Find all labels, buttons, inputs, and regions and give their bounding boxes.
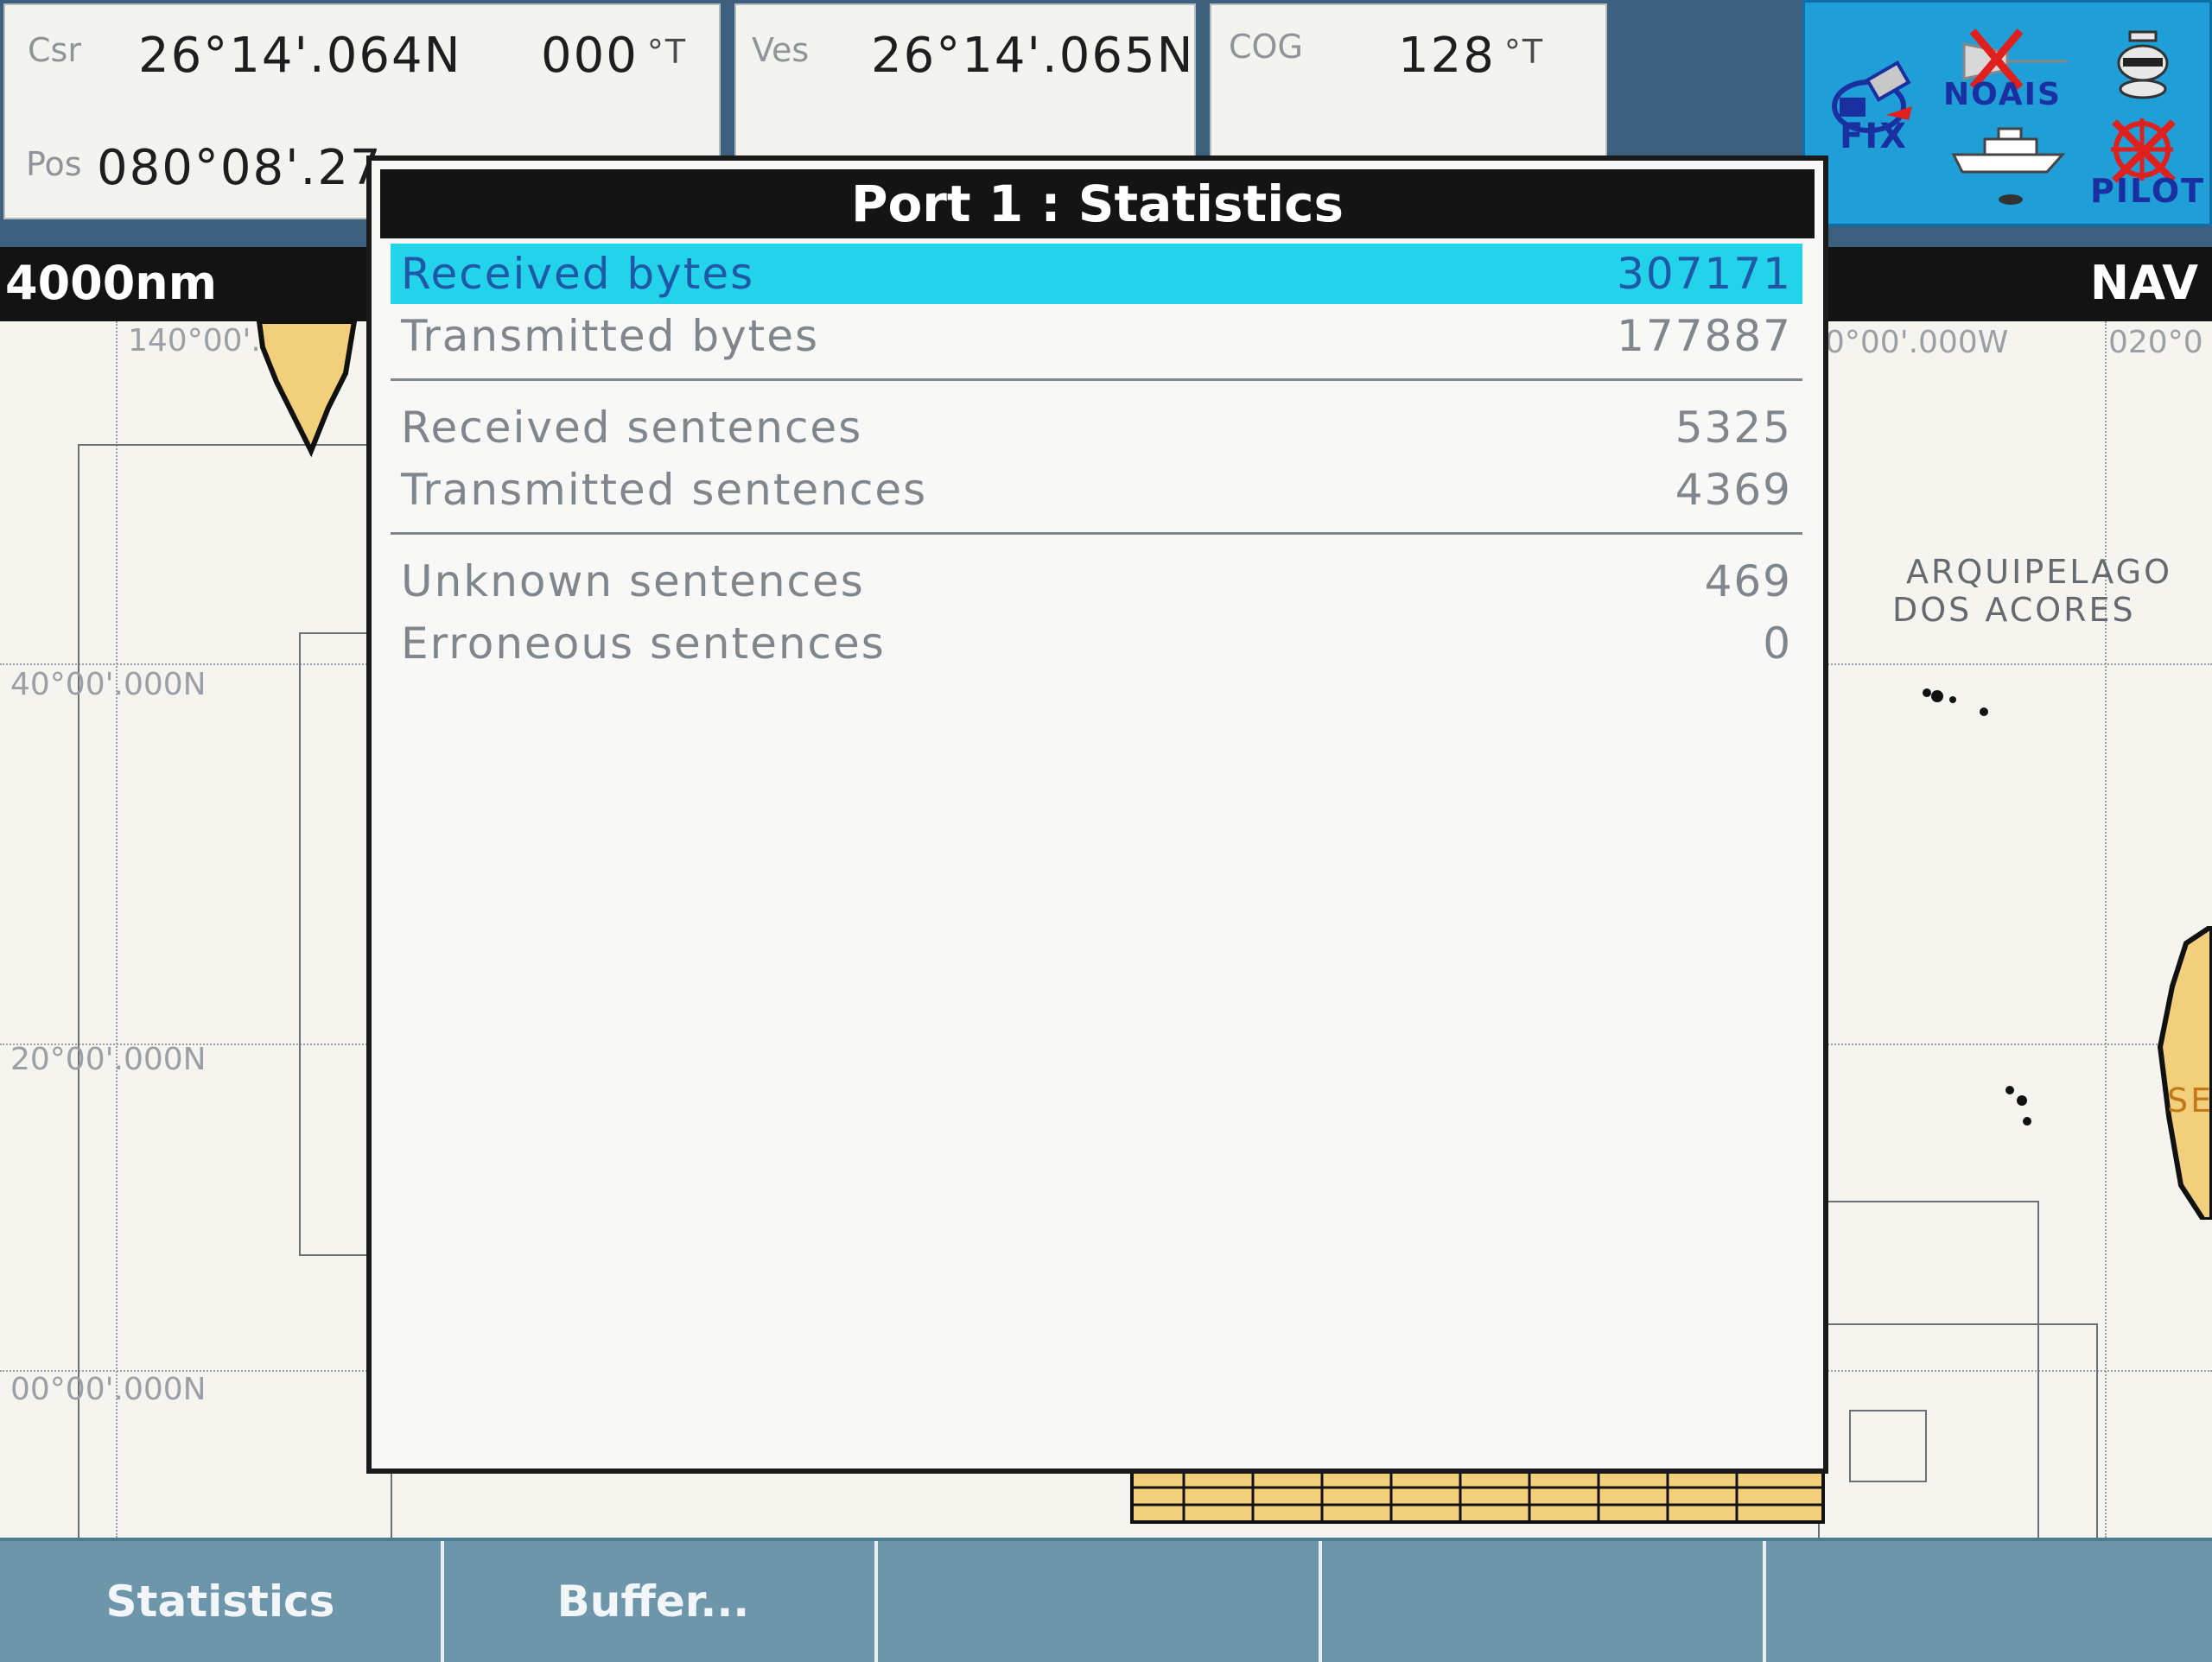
- noais-button[interactable]: NOAIS: [1943, 3, 2082, 224]
- csr-bearing-unit: °T: [646, 33, 688, 71]
- buoy-icon: [2117, 30, 2169, 99]
- stat-label: Transmitted bytes: [401, 311, 820, 361]
- lon-label-0: 0°00'.000W: [1825, 325, 2009, 360]
- softkey-4[interactable]: [1322, 1541, 1766, 1662]
- stat-value: 5325: [1675, 403, 1792, 453]
- csr-bearing: 000 °T: [541, 28, 688, 84]
- place-label-se: SE: [2167, 1082, 2212, 1120]
- place-label-azores-2: DOS ACORES: [1892, 591, 2136, 629]
- cog-unit: °T: [1503, 33, 1545, 71]
- azores-islands: [1923, 688, 1988, 716]
- stat-label: Transmitted sentences: [401, 465, 928, 515]
- stat-label: Received bytes: [401, 249, 755, 299]
- stat-value: 469: [1704, 556, 1792, 606]
- cog-value: 128 °T: [1398, 28, 1545, 84]
- cog-label: COG: [1229, 28, 1303, 66]
- land-south-coast: [1130, 1470, 1825, 1524]
- land-africa: [2157, 926, 2212, 1220]
- lon-label-20: 020°0: [2108, 325, 2203, 360]
- softkey-3[interactable]: [878, 1541, 1322, 1662]
- stat-value: 0: [1763, 618, 1792, 669]
- stat-row-received-bytes[interactable]: Received bytes 307171: [391, 244, 1802, 304]
- grid-line-lon-20: [2105, 321, 2107, 1538]
- pos-label: Pos: [26, 145, 82, 183]
- lat-label-40: 40°00'.000N: [10, 667, 207, 702]
- lat-label-20: 20°00'.000N: [10, 1042, 207, 1077]
- stat-row-unknown-sentences[interactable]: Unknown sentences 469: [391, 551, 1802, 612]
- softkey-statistics[interactable]: Statistics: [0, 1541, 444, 1662]
- softkey-bar: Statistics Buffer...: [0, 1538, 2212, 1662]
- stat-value: 4369: [1675, 465, 1792, 515]
- row-divider: [391, 532, 1802, 535]
- dialog-title: Port 1 : Statistics: [380, 169, 1815, 238]
- stat-label: Received sentences: [401, 403, 863, 453]
- place-label-azores-1: ARQUIPELAGO: [1906, 553, 2172, 591]
- chart-scale[interactable]: 4000nm: [5, 256, 217, 310]
- small-fish-icon: [1999, 194, 2023, 205]
- pos-longitude: 080°08'.27: [97, 140, 383, 196]
- csr-latitude: 26°14'.064N: [138, 28, 462, 84]
- statistics-dialog: Port 1 : Statistics Received bytes 30717…: [366, 155, 1828, 1474]
- row-divider: [391, 378, 1802, 381]
- stat-row-received-sentences[interactable]: Received sentences 5325: [391, 397, 1802, 458]
- stat-value: 177887: [1617, 311, 1792, 361]
- lat-label-0: 00°00'.000N: [10, 1372, 207, 1407]
- coverage-cell: [1849, 1410, 1927, 1482]
- fix-label: FIX: [1840, 117, 1909, 156]
- vessel-icon: [1951, 127, 2066, 174]
- noais-label: NOAIS: [1943, 77, 2062, 112]
- softkey-5[interactable]: [1766, 1541, 2210, 1662]
- csr-label: Csr: [28, 31, 81, 69]
- softkey-buffer[interactable]: Buffer...: [432, 1541, 878, 1662]
- pilot-label: PILOT: [2090, 172, 2206, 210]
- canary-islands: [2005, 1086, 2031, 1126]
- stat-value: 307171: [1617, 249, 1792, 299]
- ves-latitude: 26°14'.065N: [871, 28, 1195, 84]
- stat-row-transmitted-sentences[interactable]: Transmitted sentences 4369: [391, 460, 1802, 520]
- chart-mode[interactable]: NAV: [2090, 256, 2198, 310]
- quick-toolbar: FIX NOAIS PILOT: [1802, 0, 2212, 226]
- ves-label: Ves: [752, 31, 810, 69]
- land-west-coast: [256, 321, 358, 458]
- stat-row-erroneous-sentences[interactable]: Erroneous sentences 0: [391, 613, 1802, 674]
- stat-label: Unknown sentences: [401, 556, 865, 606]
- stat-row-transmitted-bytes[interactable]: Transmitted bytes 177887: [391, 306, 1802, 366]
- pilot-button[interactable]: PILOT: [2082, 3, 2211, 224]
- stat-label: Erroneous sentences: [401, 618, 886, 669]
